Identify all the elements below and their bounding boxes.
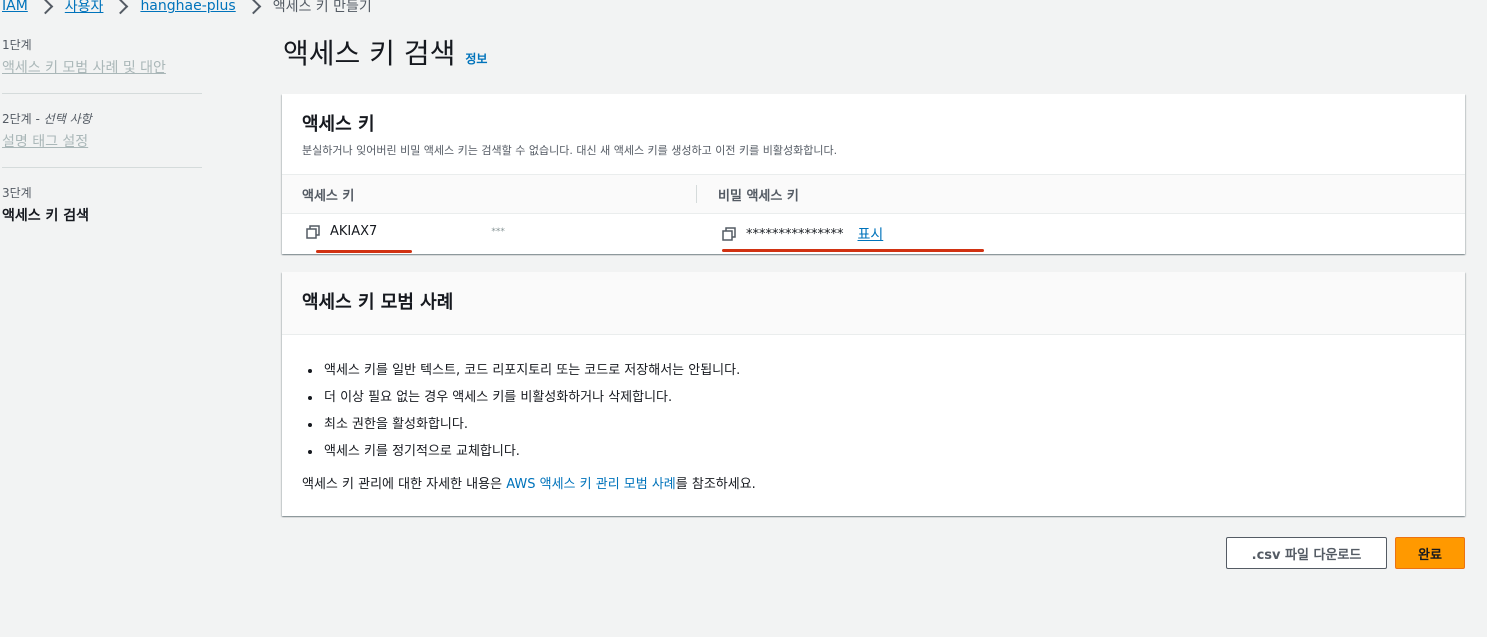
step-link-tags[interactable]: 설명 태그 설정 — [2, 131, 202, 151]
wizard-steps: 1단계 액세스 키 모범 사례 및 대안 2단계 - 선택 사항 설명 태그 설… — [2, 36, 202, 257]
highlight-underline — [722, 249, 984, 252]
show-secret-link[interactable]: 표시 — [858, 224, 884, 244]
step-number-label: 2단계 — [2, 112, 32, 126]
access-key-panel: 액세스 키 분실하거나 잊어버린 비밀 액세스 키는 검색할 수 없습니다. 대… — [282, 94, 1465, 254]
redacted-area — [381, 224, 492, 239]
key-table-header: 액세스 키 비밀 액세스 키 — [282, 174, 1465, 214]
copy-icon[interactable] — [306, 224, 320, 239]
access-key-tail: *** — [491, 226, 505, 237]
panel-title: 액세스 키 — [302, 114, 375, 135]
done-button[interactable]: 완료 — [1395, 537, 1465, 569]
panel-description: 분실하거나 잊어버린 비밀 액세스 키는 검색할 수 없습니다. 대신 새 액세… — [302, 144, 838, 157]
panel-header: 액세스 키 모범 사례 — [282, 272, 1465, 335]
download-csv-button[interactable]: .csv 파일 다운로드 — [1226, 537, 1387, 569]
step-number: 3단계 — [2, 186, 32, 200]
page-title-text: 액세스 키 검색 — [283, 37, 456, 70]
chevron-right-icon — [245, 0, 261, 14]
step-number: 1단계 — [2, 38, 32, 52]
panel-header: 액세스 키 분실하거나 잊어버린 비밀 액세스 키는 검색할 수 없습니다. 대… — [282, 94, 1465, 158]
list-item: 액세스 키를 정기적으로 교체합니다. — [322, 438, 1465, 465]
step-1: 1단계 액세스 키 모범 사례 및 대안 — [2, 36, 202, 94]
note-suffix: 를 참조하세요. — [675, 477, 756, 492]
chevron-right-icon — [37, 0, 54, 14]
column-divider — [696, 185, 697, 203]
column-secret-key: 비밀 액세스 키 — [718, 188, 799, 204]
step-2: 2단계 - 선택 사항 설명 태그 설정 — [2, 110, 202, 168]
access-key-value: AKIAX7 — [330, 224, 378, 239]
breadcrumb-iam[interactable]: IAM — [2, 0, 28, 14]
note-prefix: 액세스 키 관리에 대한 자세한 내용은 — [302, 477, 507, 492]
breadcrumb-current: 액세스 키 만들기 — [272, 0, 372, 15]
secret-key-cell: *************** 표시 — [722, 224, 883, 244]
info-link[interactable]: 정보 — [465, 50, 487, 67]
page-title: 액세스 키 검색 정보 — [283, 32, 487, 72]
breadcrumb-user[interactable]: hanghae-plus — [140, 0, 235, 14]
best-practices-list: 액세스 키를 일반 텍스트, 코드 리포지토리 또는 코드로 저장해서는 안됩니… — [282, 357, 1465, 465]
best-practices-link[interactable]: AWS 액세스 키 관리 모범 사례 — [506, 477, 676, 492]
secret-key-masked: *************** — [746, 226, 844, 242]
best-practices-note: 액세스 키 관리에 대한 자세한 내용은 AWS 액세스 키 관리 모범 사례를… — [302, 473, 1465, 492]
list-item: 최소 권한을 활성화합니다. — [322, 411, 1465, 438]
breadcrumb-users[interactable]: 사용자 — [65, 0, 104, 16]
step-optional-label: - 선택 사항 — [31, 112, 92, 126]
list-item: 더 이상 필요 없는 경우 액세스 키를 비활성화하거나 삭제합니다. — [322, 384, 1465, 411]
step-link-best-practices[interactable]: 액세스 키 모범 사례 및 대안 — [2, 57, 202, 77]
key-table-row: AKIAX7 *** *************** 표시 — [282, 214, 1465, 254]
access-key-cell: AKIAX7 *** — [306, 224, 505, 239]
panel-title: 액세스 키 모범 사례 — [302, 292, 454, 313]
step-number: 2단계 - 선택 사항 — [2, 110, 202, 127]
breadcrumb: IAM 사용자 hanghae-plus 액세스 키 만들기 — [2, 0, 372, 17]
chevron-right-icon — [113, 0, 129, 14]
step-current-retrieve: 액세스 키 검색 — [2, 208, 90, 224]
column-access-key: 액세스 키 — [302, 188, 355, 204]
list-item: 액세스 키를 일반 텍스트, 코드 리포지토리 또는 코드로 저장해서는 안됩니… — [322, 357, 1465, 384]
highlight-underline — [316, 250, 412, 253]
copy-icon[interactable] — [722, 227, 736, 241]
step-3: 3단계 액세스 키 검색 — [2, 184, 202, 241]
best-practices-panel: 액세스 키 모범 사례 액세스 키를 일반 텍스트, 코드 리포지토리 또는 코… — [282, 272, 1465, 516]
